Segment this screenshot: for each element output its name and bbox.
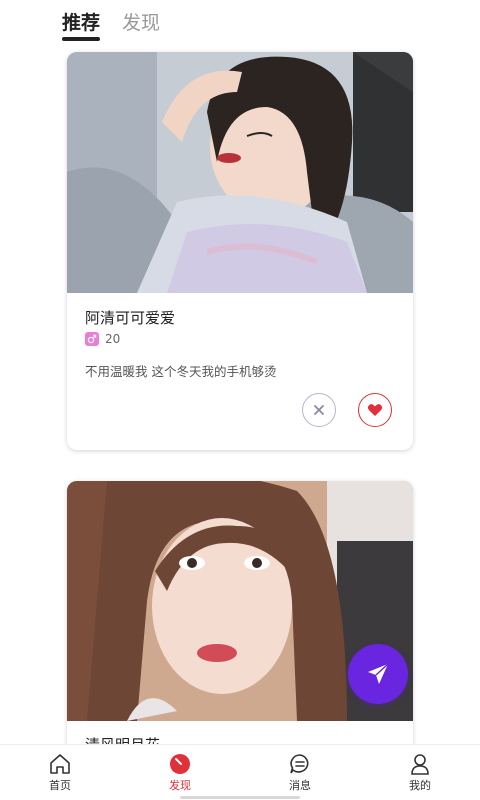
profile-card[interactable]: 清风明月花 <box>67 481 413 761</box>
profile-card[interactable]: 阿清可可爱爱 20 不用温暖我 这个冬天我的手机够烫 <box>67 52 413 450</box>
profile-bio: 不用温暖我 这个冬天我的手机够烫 <box>85 364 277 379</box>
dismiss-button[interactable] <box>302 393 336 427</box>
bottom-nav: 首页 发现 消息 我的 <box>0 744 480 800</box>
profile-name: 阿清可可爱爱 <box>85 309 176 327</box>
user-icon <box>411 754 429 775</box>
home-icon <box>50 754 70 774</box>
compass-icon <box>170 754 190 774</box>
male-symbol-icon <box>85 332 99 346</box>
close-icon <box>314 405 324 415</box>
send-arrow-icon <box>368 663 389 684</box>
nav-label-home: 首页 <box>49 779 71 792</box>
age-row: 20 <box>85 332 120 346</box>
profile-photo-illustration <box>67 52 413 293</box>
nav-label-profile: 我的 <box>409 779 431 792</box>
tab-discover[interactable]: 发现 <box>122 0 160 35</box>
nav-label-messages: 消息 <box>289 779 311 792</box>
top-tabs: 推荐 发现 <box>62 0 160 41</box>
nav-label-discover: 发现 <box>169 779 191 792</box>
tab-recommend[interactable]: 推荐 <box>62 0 101 41</box>
heart-icon <box>367 404 383 416</box>
age-text: 20 <box>105 332 121 346</box>
nav-item-discover[interactable]: 发现 <box>120 745 240 800</box>
nav-item-home[interactable]: 首页 <box>0 745 120 800</box>
nav-item-messages[interactable]: 消息 <box>240 745 360 800</box>
home-indicator <box>180 796 300 799</box>
chat-bubble-icon <box>290 754 309 774</box>
send-fab-button[interactable] <box>348 644 408 704</box>
nav-item-profile[interactable]: 我的 <box>360 745 480 800</box>
profile-photo[interactable] <box>67 52 413 293</box>
like-button[interactable] <box>358 393 392 427</box>
